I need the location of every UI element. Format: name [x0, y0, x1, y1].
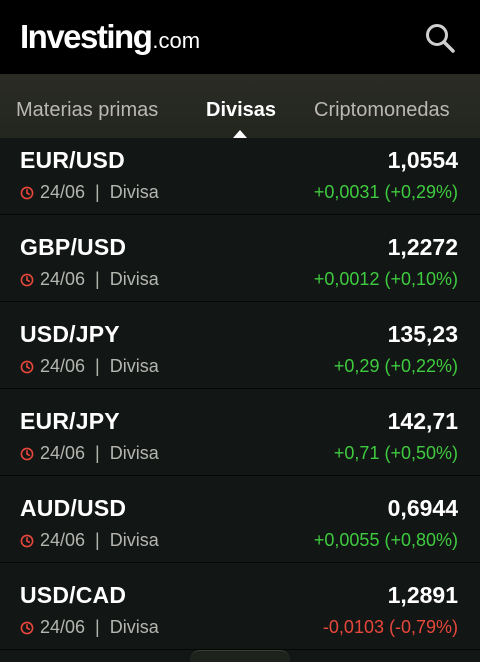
table-row[interactable]: GBP/USD 1,2272 24/06 | Divisa +0,0012 (+…	[0, 215, 480, 302]
price-value: 0,6944	[387, 495, 458, 521]
price-change: +0,0055 (+0,80%)	[313, 530, 458, 550]
clock-icon	[20, 360, 34, 373]
row-meta: 24/06 | Divisa	[20, 617, 159, 638]
tab-materias-primas[interactable]: Materias primas	[16, 99, 158, 122]
quote-date: 24/06	[40, 530, 86, 550]
table-row[interactable]: AUD/USD 0,6944 24/06 | Divisa +0,0055 (+…	[0, 476, 480, 563]
price-value: 1,0554	[387, 147, 458, 173]
quote-date: 24/06	[40, 617, 86, 637]
meta-separator: |	[95, 617, 100, 637]
price-change: +0,29 (+0,22%)	[333, 356, 458, 376]
currency-pair: EUR/USD	[20, 147, 125, 173]
instrument-type: Divisa	[109, 182, 159, 202]
search-button[interactable]	[422, 20, 460, 58]
price-value: 1,2891	[387, 582, 458, 608]
price-value: 135,23	[387, 321, 458, 347]
row-meta: 24/06 | Divisa	[20, 269, 159, 290]
tab-divisas[interactable]: Divisas	[206, 99, 276, 122]
currency-pair: EUR/JPY	[20, 408, 120, 434]
active-tab-indicator	[233, 130, 247, 138]
clock-icon	[20, 186, 34, 199]
meta-separator: |	[95, 443, 100, 463]
currency-list: EUR/USD 1,0554 24/06 | Divisa +0,0031 (+…	[0, 138, 480, 650]
price-change: +0,0031 (+0,29%)	[313, 182, 458, 202]
table-row[interactable]: EUR/USD 1,0554 24/06 | Divisa +0,0031 (+…	[0, 138, 480, 215]
clock-icon	[20, 447, 34, 460]
table-row[interactable]: USD/CAD 1,2891 24/06 | Divisa -0,0103 (-…	[0, 563, 480, 650]
price-value: 1,2272	[387, 234, 458, 260]
search-icon	[426, 24, 455, 53]
row-meta: 24/06 | Divisa	[20, 356, 159, 377]
meta-separator: |	[95, 269, 100, 289]
quote-date: 24/06	[40, 182, 86, 202]
bottom-sheet-handle[interactable]	[190, 650, 290, 662]
quote-date: 24/06	[40, 443, 86, 463]
instrument-type: Divisa	[109, 617, 159, 637]
price-change: +0,71 (+0,50%)	[333, 443, 458, 463]
app-header: Investing .com	[0, 0, 480, 74]
table-row[interactable]: EUR/JPY 142,71 24/06 | Divisa +0,71 (+0,…	[0, 389, 480, 476]
instrument-type: Divisa	[109, 443, 159, 463]
row-meta: 24/06 | Divisa	[20, 443, 159, 464]
instrument-type: Divisa	[109, 269, 159, 289]
tab-criptomonedas[interactable]: Criptomonedas	[314, 99, 450, 122]
clock-icon	[20, 534, 34, 547]
logo-suffix-text: .com	[152, 28, 201, 53]
price-value: 142,71	[387, 408, 458, 434]
quote-date: 24/06	[40, 356, 86, 376]
meta-separator: |	[95, 530, 100, 550]
investing-logo[interactable]: Investing .com	[20, 18, 200, 58]
clock-icon	[20, 621, 34, 634]
table-row[interactable]: USD/JPY 135,23 24/06 | Divisa +0,29 (+0,…	[0, 302, 480, 389]
category-tabs: Materias primas Divisas Criptomonedas	[0, 74, 480, 138]
quote-date: 24/06	[40, 269, 86, 289]
price-change: -0,0103 (-0,79%)	[322, 617, 458, 637]
instrument-type: Divisa	[109, 530, 159, 550]
row-meta: 24/06 | Divisa	[20, 182, 159, 203]
row-meta: 24/06 | Divisa	[20, 530, 159, 551]
price-change: +0,0012 (+0,10%)	[313, 269, 458, 289]
meta-separator: |	[95, 356, 100, 376]
currency-pair: GBP/USD	[20, 234, 127, 260]
currency-pair: AUD/USD	[20, 495, 127, 521]
meta-separator: |	[95, 182, 100, 202]
instrument-type: Divisa	[109, 356, 159, 376]
currency-pair: USD/CAD	[20, 582, 127, 608]
logo-main-text: Investing	[20, 18, 153, 55]
clock-icon	[20, 273, 34, 286]
currency-pair: USD/JPY	[20, 321, 120, 347]
